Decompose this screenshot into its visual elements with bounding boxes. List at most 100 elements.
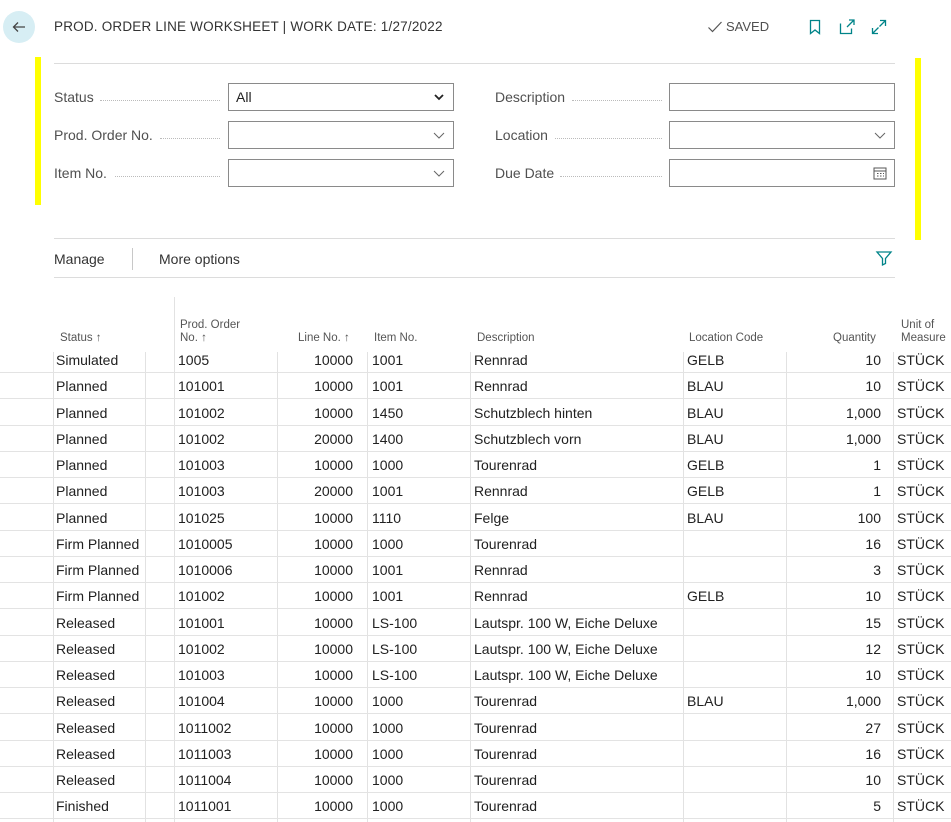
cell-item-no: 1000 (372, 798, 404, 815)
cell-description: Rennrad (474, 483, 528, 500)
table-row[interactable]: Planned 101025 10000 1110 Felge BLAU 100 STÜCK (0, 505, 951, 531)
calendar-icon[interactable] (873, 166, 887, 180)
cell-unit-of-measure: STÜCK (897, 719, 945, 736)
highlight-marker-left (35, 57, 41, 205)
col-item-no-header[interactable]: Item No. (374, 332, 417, 345)
col-prod-order-header-line2[interactable]: No. ↑ (180, 332, 207, 345)
expand-icon[interactable] (870, 18, 888, 36)
dotted-leader (100, 100, 220, 101)
cell-description: Tourenrad (474, 535, 538, 552)
filter-icon[interactable] (875, 249, 893, 267)
table-row[interactable]: Released 101002 10000 LS-100 Lautspr. 100 W,… (0, 636, 951, 662)
cell-status: Firm Planned (56, 562, 140, 578)
cell-item-no: 1000 (372, 719, 404, 736)
table-row[interactable]: Firm Planned 1010005 10000 1000 Tourenrad 16 S… (0, 531, 951, 557)
table-row[interactable]: Released 101001 10000 LS-100 Lautspr. 100 W,… (0, 610, 951, 636)
cell-quantity: 1,000 (845, 430, 881, 447)
cell-line-no: 10000 (314, 562, 353, 578)
col-line-no-header[interactable]: Line No. ↑ (298, 332, 350, 345)
table-row[interactable]: Simulated 1005 10000 1001 Rennrad GELB 10 STÜCK (0, 347, 951, 373)
col-location-header[interactable]: Location Code (689, 332, 763, 345)
cell-description: Rennrad (474, 562, 528, 578)
cell-quantity: 3 (873, 562, 881, 578)
cell-unit-of-measure: STÜCK (897, 614, 945, 631)
open-in-new-icon[interactable] (838, 18, 856, 36)
table-row[interactable]: Planned 101002 10000 1450 Schutzblech hinten… (0, 400, 951, 426)
status-label: Status (54, 89, 94, 105)
cell-prod-order-no: 101001 (178, 614, 225, 631)
cell-status: Released (56, 667, 116, 683)
prod-order-no-select[interactable] (228, 121, 454, 149)
table-row[interactable]: Planned 101002 20000 1400 Schutzblech vorn BL… (0, 426, 951, 452)
cell-prod-order-no: 101001 (178, 378, 225, 395)
cell-quantity: 100 (857, 509, 881, 526)
cell-prod-order-no: 101025 (178, 509, 225, 526)
cell-line-no: 10000 (314, 693, 353, 710)
table-row[interactable]: Finished 1011001 10000 1000 Tourenrad 5 STÜCK (0, 793, 951, 820)
cell-quantity: 10 (865, 667, 881, 683)
table-row[interactable]: Planned 101001 10000 1001 Rennrad BLAU 10 STÜCK (0, 373, 951, 400)
cell-status: Released (56, 745, 116, 762)
table-row[interactable]: Released 1011003 10000 1000 Tourenrad 16 STÜCK (0, 741, 951, 767)
cell-prod-order-no: 101004 (178, 693, 225, 710)
cell-location-code: BLAU (687, 378, 724, 395)
cell-unit-of-measure: STÜCK (897, 562, 945, 578)
cell-description: Rennrad (474, 588, 528, 605)
cell-quantity: 1,000 (845, 404, 881, 421)
cell-unit-of-measure: STÜCK (897, 378, 945, 395)
table-row[interactable]: Released 1011002 10000 1000 Tourenrad 27 STÜCK (0, 715, 951, 741)
cell-location-code: GELB (687, 352, 725, 368)
cell-prod-order-no: 1010006 (178, 562, 233, 578)
description-input[interactable] (669, 83, 895, 111)
col-prod-order-header-line1[interactable]: Prod. Order (180, 319, 240, 332)
back-button[interactable] (3, 11, 35, 43)
cell-description: Lautspr. 100 W, Eiche Deluxe (474, 614, 658, 631)
dotted-leader (555, 138, 662, 139)
cell-location-code: BLAU (687, 430, 724, 447)
cell-unit-of-measure: STÜCK (897, 509, 945, 526)
cell-prod-order-no: 1010005 (178, 535, 233, 552)
bookmark-icon[interactable] (806, 18, 824, 36)
cell-unit-of-measure: STÜCK (897, 588, 945, 605)
cell-quantity: 16 (865, 745, 881, 762)
cell-line-no: 10000 (314, 745, 353, 762)
cell-quantity: 10 (865, 378, 881, 395)
col-description-header[interactable]: Description (477, 332, 535, 345)
col-status-header[interactable]: Status ↑ (60, 332, 102, 345)
table-row[interactable]: Released 101003 10000 LS-100 Lautspr. 100 W,… (0, 662, 951, 688)
table-row[interactable]: Planned 101003 20000 1001 Rennrad GELB 1 STÜCK (0, 478, 951, 505)
cell-quantity: 10 (865, 352, 881, 368)
action-bar: Manage More options (54, 248, 895, 272)
due-date-input[interactable] (669, 159, 895, 187)
cell-item-no: 1000 (372, 535, 404, 552)
col-quantity-header[interactable]: Quantity (833, 332, 876, 345)
cell-description: Tourenrad (474, 798, 538, 815)
table-row[interactable]: Planned 101003 10000 1000 Tourenrad GELB 1 STÜC… (0, 452, 951, 478)
cell-status: Firm Planned (56, 588, 140, 605)
cell-unit-of-measure: STÜCK (897, 667, 945, 683)
cell-location-code: GELB (687, 588, 725, 605)
table-row[interactable]: Released 1011004 10000 1000 Tourenrad 10 STÜCK (0, 767, 951, 793)
cell-status: Finished (56, 798, 109, 815)
cell-quantity: 27 (865, 719, 881, 736)
col-uom-header-line2[interactable]: Measure (901, 332, 946, 345)
cell-item-no: 1001 (372, 378, 404, 395)
prod-order-no-label: Prod. Order No. (54, 127, 153, 143)
more-options-button[interactable]: More options (159, 251, 240, 267)
cell-item-no: 1450 (372, 404, 404, 421)
manage-button[interactable]: Manage (54, 251, 105, 267)
cell-item-no: 1400 (372, 430, 404, 447)
cell-line-no: 10000 (314, 588, 353, 605)
due-date-label: Due Date (495, 165, 555, 181)
table-row[interactable]: Released 101004 10000 1000 Tourenrad BLAU 1,00… (0, 688, 951, 715)
status-select[interactable]: All (228, 83, 454, 111)
item-no-select[interactable] (228, 159, 454, 187)
table-row[interactable]: Firm Planned 101002 10000 1001 Rennrad GELB 10… (0, 583, 951, 610)
cell-prod-order-no: 1011002 (178, 719, 232, 736)
col-uom-header-line1[interactable]: Unit of (901, 319, 934, 332)
cell-description: Tourenrad (474, 457, 538, 473)
table-row[interactable]: Firm Planned 1010006 10000 1001 Rennrad 3 STÜC… (0, 557, 951, 583)
item-no-label: Item No. (54, 165, 107, 181)
cell-status: Released (56, 772, 116, 788)
location-select[interactable] (669, 121, 895, 149)
